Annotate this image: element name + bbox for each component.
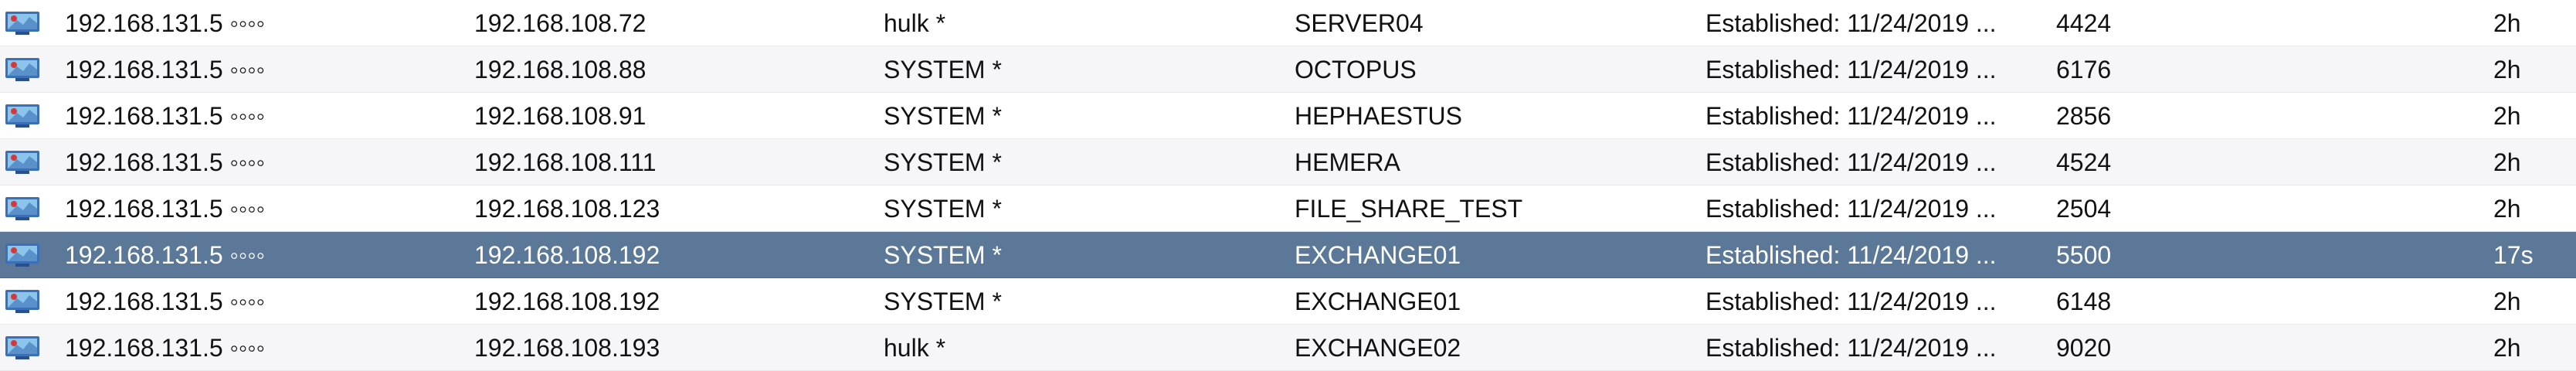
- table-row[interactable]: 192.168.131.5 ◦◦◦◦ 192.168.108.111 SYSTEM …: [0, 139, 2576, 186]
- network-session-icon: [5, 12, 39, 35]
- host-name-cell: SERVER04: [1295, 9, 1424, 37]
- process-id-cell: 9020: [2056, 334, 2112, 362]
- state-cell: Established: 11/24/2019 ...: [1705, 102, 1997, 130]
- process-id-cell: 2504: [2056, 195, 2112, 223]
- network-session-icon: [5, 151, 39, 174]
- process-id-cell: 4424: [2056, 9, 2112, 37]
- process-id-cell: 6176: [2056, 56, 2112, 83]
- state-cell: Established: 11/24/2019 ...: [1705, 195, 1997, 223]
- user-cell: hulk *: [884, 334, 946, 362]
- local-address-cell: 192.168.131.5 ◦◦◦◦: [65, 9, 265, 37]
- host-name-cell: OCTOPUS: [1295, 56, 1417, 83]
- remote-address-cell: 192.168.108.72: [474, 9, 647, 37]
- network-session-icon: [5, 336, 39, 359]
- age-cell: 2h: [2493, 195, 2521, 223]
- user-cell: SYSTEM *: [884, 56, 1002, 83]
- local-address-cell: 192.168.131.5 ◦◦◦◦: [65, 288, 265, 315]
- table-row[interactable]: 192.168.131.5 ◦◦◦◦ 192.168.108.72 hulk * SE…: [0, 0, 2576, 46]
- table-row[interactable]: 192.168.131.5 ◦◦◦◦ 192.168.108.193 hulk * E…: [0, 325, 2576, 371]
- remote-address-cell: 192.168.108.88: [474, 56, 647, 83]
- remote-address-cell: 192.168.108.111: [474, 148, 657, 176]
- user-cell: hulk *: [884, 9, 946, 37]
- state-cell: Established: 11/24/2019 ...: [1705, 288, 1997, 315]
- state-cell: Established: 11/24/2019 ...: [1705, 9, 1997, 37]
- age-cell: 2h: [2493, 334, 2521, 362]
- process-id-cell: 6148: [2056, 288, 2112, 315]
- table-row[interactable]: 192.168.131.5 ◦◦◦◦ 192.168.108.91 SYSTEM *…: [0, 93, 2576, 139]
- network-session-icon: [5, 197, 39, 220]
- remote-address-cell: 192.168.108.192: [474, 241, 660, 269]
- local-address-cell: 192.168.131.5 ◦◦◦◦: [65, 102, 265, 130]
- host-name-cell: FILE_SHARE_TEST: [1295, 195, 1523, 223]
- local-address-cell: 192.168.131.5 ◦◦◦◦: [65, 241, 265, 269]
- network-session-icon: [5, 104, 39, 128]
- user-cell: SYSTEM *: [884, 195, 1002, 223]
- local-address-cell: 192.168.131.5 ◦◦◦◦: [65, 56, 265, 83]
- network-session-icon: [5, 290, 39, 313]
- local-address-cell: 192.168.131.5 ◦◦◦◦: [65, 148, 265, 176]
- age-cell: 2h: [2493, 56, 2521, 83]
- host-name-cell: HEPHAESTUS: [1295, 102, 1462, 130]
- host-name-cell: EXCHANGE01: [1295, 241, 1461, 269]
- table-row[interactable]: 192.168.131.5 ◦◦◦◦ 192.168.108.192 SYSTEM …: [0, 278, 2576, 325]
- host-name-cell: EXCHANGE02: [1295, 334, 1461, 362]
- connections-table: 192.168.131.5 ◦◦◦◦ 192.168.108.72 hulk * SE…: [0, 0, 2576, 371]
- age-cell: 2h: [2493, 148, 2521, 176]
- state-cell: Established: 11/24/2019 ...: [1705, 56, 1997, 83]
- local-address-cell: 192.168.131.5 ◦◦◦◦: [65, 334, 265, 362]
- user-cell: SYSTEM *: [884, 241, 1002, 269]
- user-cell: SYSTEM *: [884, 288, 1002, 315]
- age-cell: 17s: [2493, 241, 2534, 269]
- user-cell: SYSTEM *: [884, 148, 1002, 176]
- age-cell: 2h: [2493, 102, 2521, 130]
- age-cell: 2h: [2493, 9, 2521, 37]
- user-cell: SYSTEM *: [884, 102, 1002, 130]
- process-id-cell: 2856: [2056, 102, 2112, 130]
- process-id-cell: 5500: [2056, 241, 2112, 269]
- table-row-selected[interactable]: 192.168.131.5 ◦◦◦◦ 192.168.108.192 SYSTEM …: [0, 232, 2576, 278]
- state-cell: Established: 11/24/2019 ...: [1705, 148, 1997, 176]
- table-row[interactable]: 192.168.131.5 ◦◦◦◦ 192.168.108.88 SYSTEM *…: [0, 46, 2576, 93]
- remote-address-cell: 192.168.108.193: [474, 334, 660, 362]
- state-cell: Established: 11/24/2019 ...: [1705, 241, 1997, 269]
- state-cell: Established: 11/24/2019 ...: [1705, 334, 1997, 362]
- remote-address-cell: 192.168.108.91: [474, 102, 647, 130]
- remote-address-cell: 192.168.108.123: [474, 195, 660, 223]
- host-name-cell: HEMERA: [1295, 148, 1400, 176]
- process-id-cell: 4524: [2056, 148, 2112, 176]
- network-session-icon: [5, 58, 39, 81]
- table-row[interactable]: 192.168.131.5 ◦◦◦◦ 192.168.108.123 SYSTEM …: [0, 186, 2576, 232]
- network-session-icon: [5, 243, 39, 267]
- local-address-cell: 192.168.131.5 ◦◦◦◦: [65, 195, 265, 223]
- remote-address-cell: 192.168.108.192: [474, 288, 660, 315]
- age-cell: 2h: [2493, 288, 2521, 315]
- host-name-cell: EXCHANGE01: [1295, 288, 1461, 315]
